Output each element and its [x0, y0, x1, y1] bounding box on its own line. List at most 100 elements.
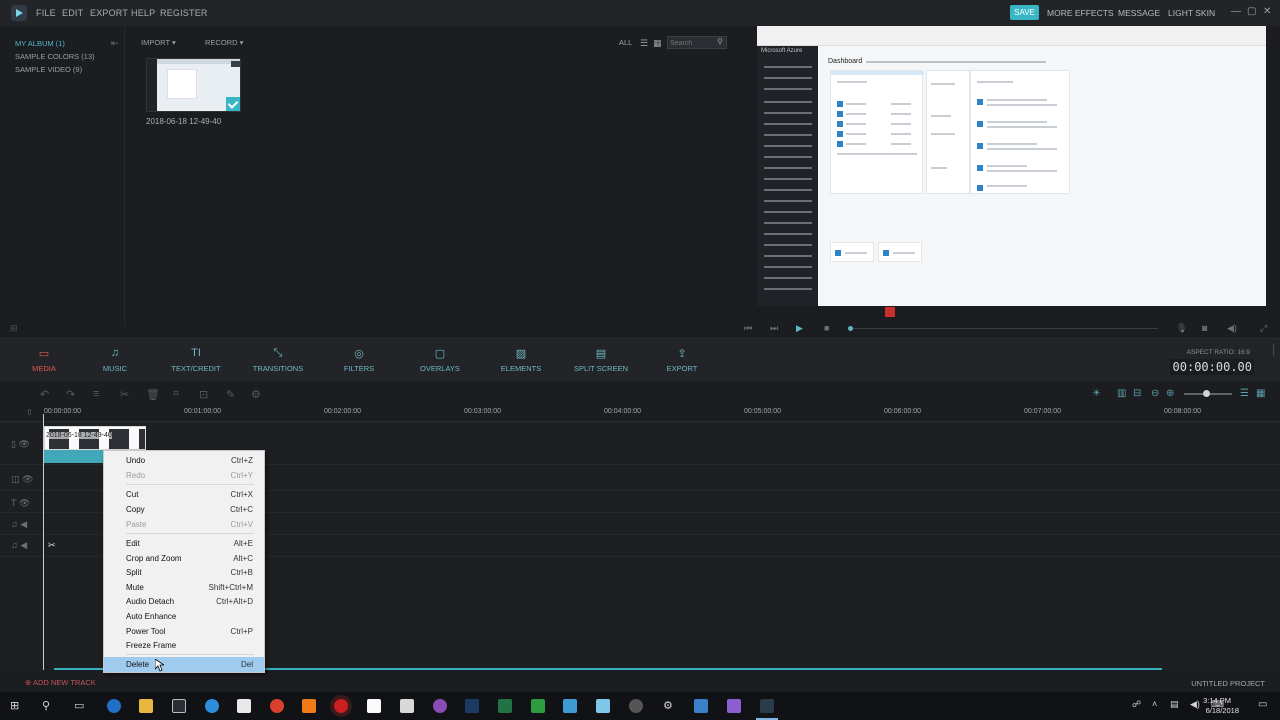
- save-button[interactable]: SAVE: [1010, 5, 1039, 20]
- preview-viewer[interactable]: Microsoft Azure Dashboard: [757, 26, 1266, 318]
- ctx-edit[interactable]: Edit Alt+E: [104, 536, 264, 551]
- ctx-cut[interactable]: Cut Ctrl+X: [104, 487, 264, 502]
- notification-icon[interactable]: ▭: [1258, 699, 1267, 710]
- list-view-icon[interactable]: ☰: [640, 38, 648, 49]
- close-icon[interactable]: ✕: [1263, 6, 1271, 17]
- delete-icon[interactable]: 🗑: [146, 388, 160, 401]
- tab-filters[interactable]: ◎ FILTERS: [319, 339, 399, 383]
- edge-icon[interactable]: [107, 699, 121, 713]
- ctx-auto-enhance[interactable]: Auto Enhance: [104, 609, 264, 624]
- remote-desktop-icon[interactable]: [694, 699, 708, 713]
- fullscreen-icon[interactable]: ⤢: [1260, 323, 1267, 334]
- zoom-slider-knob[interactable]: [1203, 390, 1210, 397]
- playhead[interactable]: [43, 414, 44, 670]
- photoshop-icon[interactable]: [465, 699, 479, 713]
- import-dropdown[interactable]: IMPORT ▾: [141, 38, 176, 47]
- tab-elements[interactable]: ▨ ELEMENTS: [481, 339, 561, 383]
- app-purple-icon[interactable]: [433, 699, 447, 713]
- grid-view-icon[interactable]: ▦: [653, 38, 662, 49]
- minimize-icon[interactable]: —: [1231, 6, 1241, 17]
- settings-icon[interactable]: ⚙: [663, 699, 673, 712]
- store-icon[interactable]: [172, 699, 186, 713]
- tab-text-credit[interactable]: TI TEXT/CREDIT: [156, 339, 236, 383]
- ruler-lock-icon[interactable]: ⇧: [26, 408, 33, 417]
- audio-mixer-icon[interactable]: ⚙: [251, 388, 261, 401]
- more-effects-link[interactable]: MORE EFFECTS: [1047, 8, 1114, 18]
- play-icon[interactable]: ▶: [796, 323, 803, 334]
- volume-icon[interactable]: ◀): [1227, 323, 1237, 334]
- ctx-mute[interactable]: Mute Shift+Ctrl+M: [104, 580, 264, 595]
- album-sample-colors[interactable]: SAMPLE COLORS (13): [15, 52, 95, 61]
- ctx-power-tool[interactable]: Power Tool Ctrl+P: [104, 624, 264, 639]
- sublime-icon[interactable]: [302, 699, 316, 713]
- ctx-undo[interactable]: Undo Ctrl+Z: [104, 453, 264, 468]
- search-input[interactable]: [670, 38, 714, 48]
- message-link[interactable]: MESSAGE: [1118, 8, 1160, 18]
- file-explorer-icon[interactable]: [139, 699, 153, 713]
- menu-export[interactable]: EXPORT: [90, 8, 128, 18]
- ctx-crop-zoom[interactable]: Crop and Zoom Alt+C: [104, 551, 264, 566]
- bolt-icon[interactable]: [563, 699, 577, 713]
- ctx-freeze-frame[interactable]: Freeze Frame: [104, 638, 264, 653]
- fit-icon[interactable]: ⊟: [1133, 388, 1141, 399]
- clip-audio-bar[interactable]: [44, 450, 104, 463]
- opera-icon[interactable]: [334, 699, 348, 713]
- speed-icon[interactable]: ⊡: [199, 388, 208, 401]
- cut-icon[interactable]: ✂: [120, 388, 129, 401]
- ctx-audio-detach[interactable]: Audio Detach Ctrl+Alt+D: [104, 594, 264, 609]
- zoom-out-icon[interactable]: ⊖: [1151, 388, 1159, 399]
- menu-register[interactable]: REGISTER: [160, 8, 208, 18]
- search-box[interactable]: ⚲: [667, 36, 727, 49]
- globe-icon[interactable]: [205, 699, 219, 713]
- album-sample-video[interactable]: SAMPLE VIDEO (9): [15, 65, 82, 74]
- color-icon[interactable]: ✎: [226, 388, 235, 401]
- tab-split-screen[interactable]: ▤ SPLIT SCREEN: [561, 339, 641, 383]
- windows-start-icon[interactable]: ⊞: [10, 699, 19, 712]
- network-icon[interactable]: ▤: [1170, 699, 1179, 710]
- split-scissors-icon[interactable]: ✂: [48, 540, 56, 551]
- chevron-up-icon[interactable]: ˄: [1152, 699, 1157, 709]
- maximize-icon[interactable]: ▢: [1247, 6, 1256, 17]
- album-my-album[interactable]: MY ALBUM (1): [15, 39, 65, 48]
- people-icon[interactable]: ☍: [1132, 699, 1141, 710]
- tab-music[interactable]: ♫ MUSIC: [75, 339, 155, 383]
- visual-studio-icon[interactable]: [727, 699, 741, 713]
- stop-icon[interactable]: ■: [824, 323, 829, 333]
- panel-toggle-icon[interactable]: ▕: [1266, 345, 1274, 356]
- chrome-icon[interactable]: [270, 699, 284, 713]
- menu-edit[interactable]: EDIT: [62, 8, 83, 18]
- add-folder-icon[interactable]: ⊞: [10, 323, 18, 334]
- ctx-copy[interactable]: Copy Ctrl+C: [104, 502, 264, 517]
- preview-progress-knob[interactable]: [848, 326, 853, 331]
- pycharm-icon[interactable]: [531, 699, 545, 713]
- filter-all-dropdown[interactable]: ALL: [619, 38, 632, 47]
- render-icon[interactable]: ☀: [1092, 388, 1101, 399]
- microphone-icon[interactable]: 🎙: [1176, 323, 1187, 334]
- ctx-split[interactable]: Split Ctrl+B: [104, 565, 264, 580]
- ctx-paste[interactable]: Paste Ctrl+V: [104, 517, 264, 532]
- prev-frame-icon[interactable]: ⏮: [744, 323, 752, 334]
- undo-icon[interactable]: ↶: [40, 388, 49, 401]
- clock-date[interactable]: 6/18/2018: [1206, 706, 1239, 715]
- search-icon[interactable]: ⚲: [717, 37, 723, 46]
- grid-mode-icon[interactable]: ▦: [1256, 388, 1265, 399]
- volume-icon[interactable]: ◀): [1190, 699, 1200, 710]
- pen-icon[interactable]: [596, 699, 610, 713]
- tab-overlays[interactable]: ▢ OVERLAYS: [400, 339, 480, 383]
- document-icon[interactable]: [367, 699, 381, 713]
- preview-progress-track[interactable]: [848, 328, 1158, 329]
- menu-help[interactable]: HELP: [131, 8, 155, 18]
- excel-icon[interactable]: [498, 699, 512, 713]
- menu-file[interactable]: FILE: [36, 8, 56, 18]
- ctx-delete[interactable]: Delete Del: [104, 657, 264, 672]
- clock-time[interactable]: 3:14 PM: [1203, 696, 1231, 705]
- mail-icon[interactable]: [400, 699, 414, 713]
- snapshot-icon[interactable]: ◙: [1202, 323, 1207, 333]
- list-mode-icon[interactable]: ☰: [1240, 388, 1249, 399]
- collapse-arrow-icon[interactable]: ⇤: [111, 38, 119, 49]
- notepad-icon[interactable]: [237, 699, 251, 713]
- add-new-track-button[interactable]: ⊕ ADD NEW TRACK: [25, 678, 96, 687]
- wheel-icon[interactable]: [629, 699, 643, 713]
- light-skin-link[interactable]: LIGHT SKIN: [1168, 8, 1215, 18]
- tab-transitions[interactable]: ⤡ TRANSITIONS: [238, 339, 318, 383]
